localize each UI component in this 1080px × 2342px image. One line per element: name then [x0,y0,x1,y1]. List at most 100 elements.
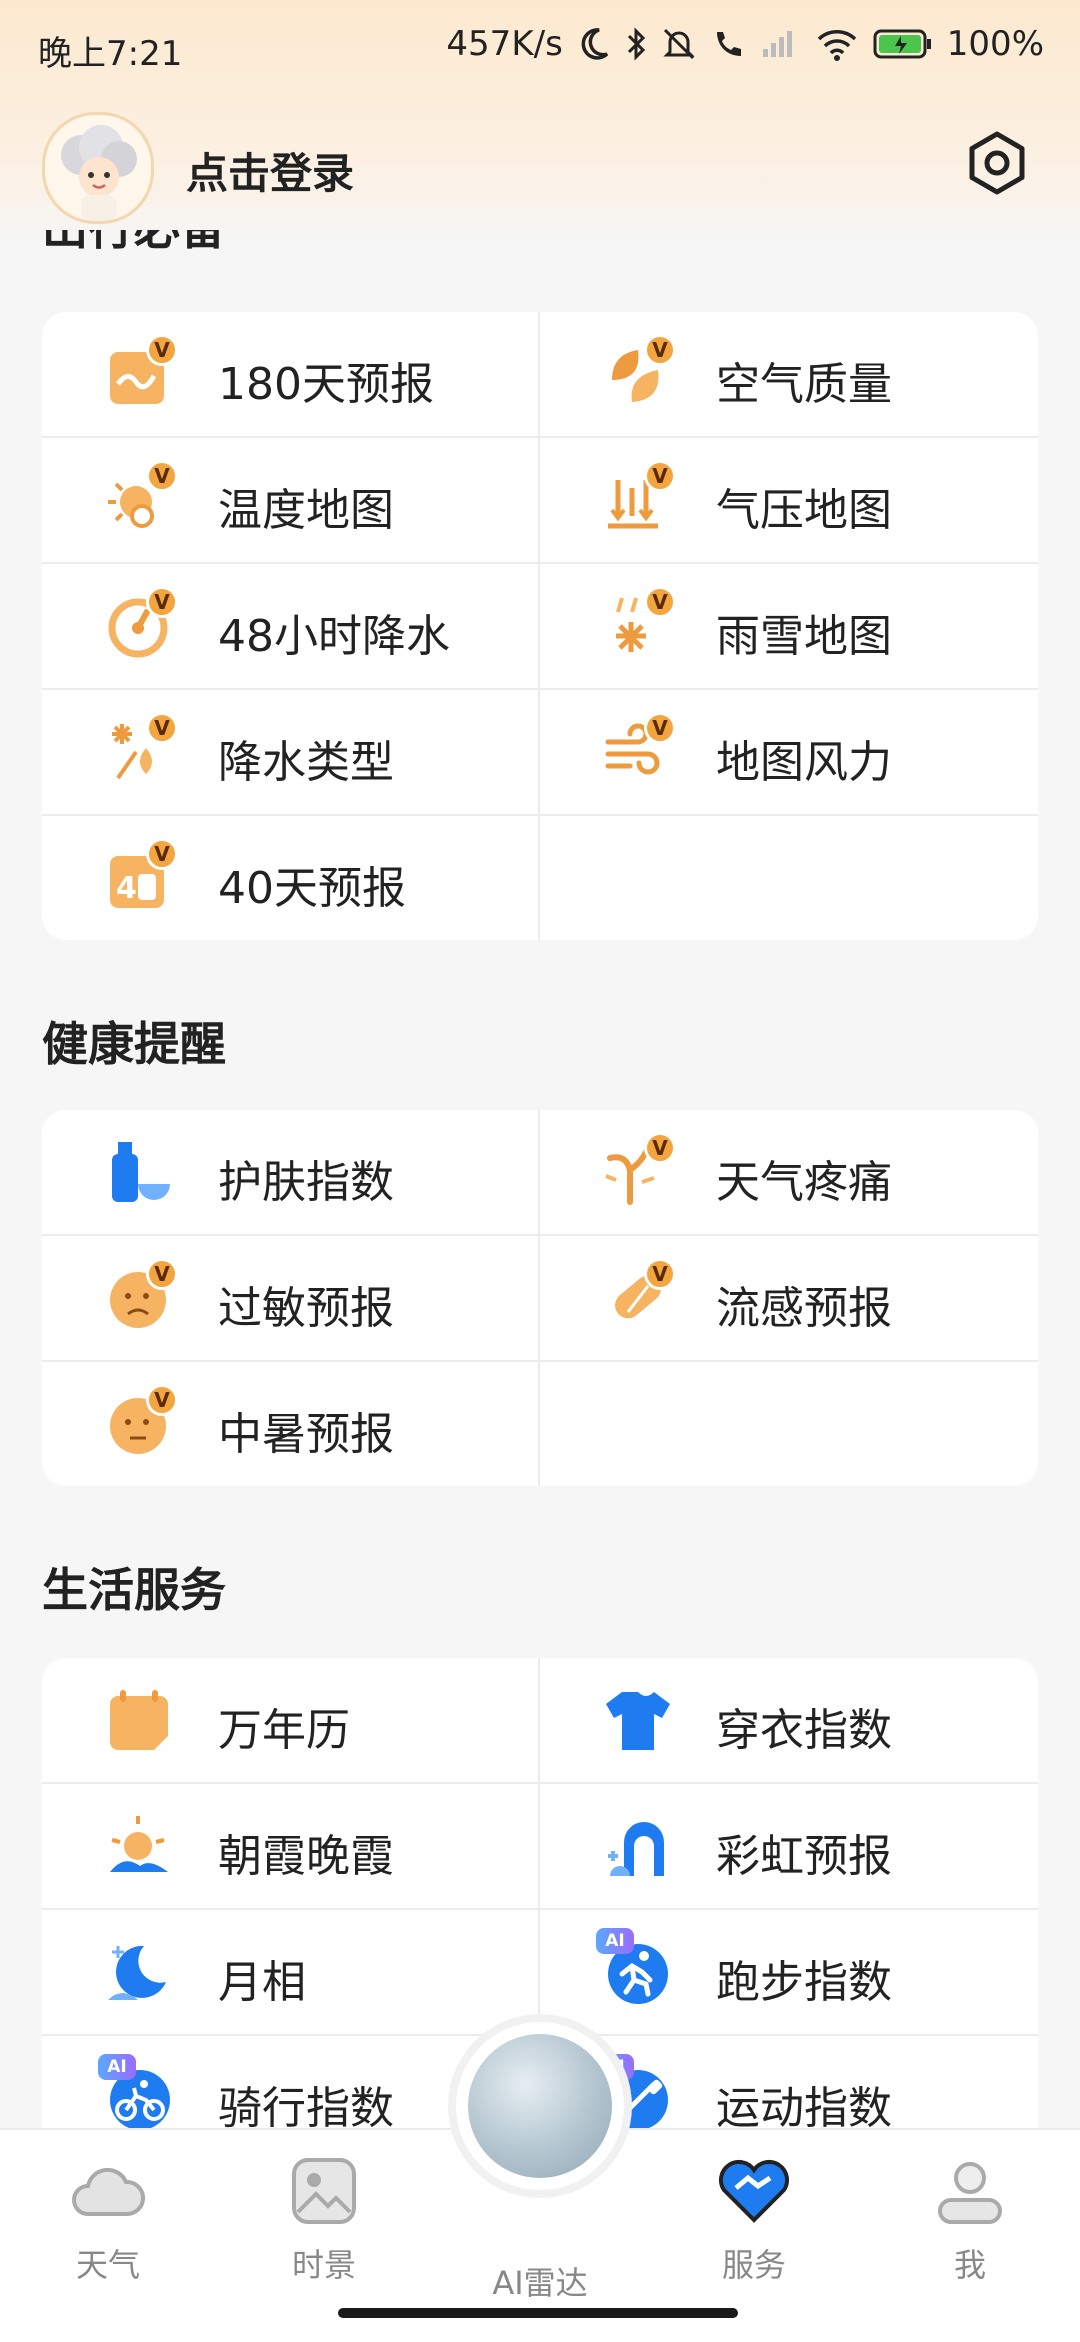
service-item-running[interactable]: AI 跑步指数 [540,1910,1038,2034]
svg-text:4: 4 [116,871,137,906]
service-item-calendar-40[interactable]: 4 V 40天预报 [42,816,540,940]
header: 点击登录 [0,100,1080,230]
service-item-heatstroke[interactable]: V 中暑预报 [42,1362,540,1486]
service-item-label: 彩虹预报 [716,1831,892,1882]
service-item-wind-map[interactable]: V 地图风力 [540,690,1038,814]
rainbow-icon [602,1812,672,1882]
service-item-sunrise[interactable]: 朝霞晚霞 [42,1784,540,1908]
ai-badge: AI [596,1928,634,1954]
vip-badge: V [644,586,676,618]
section-title-travel: 出行必备 [42,230,226,258]
service-item-moon[interactable]: 月相 [42,1910,540,2034]
vip-badge: V [146,460,178,492]
service-item-calendar-180[interactable]: V 180天预报 [42,312,540,436]
vip-badge: V [644,334,676,366]
nav-weather[interactable]: 天气 [48,2156,168,2286]
service-item-skincare[interactable]: 护肤指数 [42,1110,540,1234]
nav-label: 服务 [721,2246,786,2284]
moon-icon [104,1938,174,2008]
cloud-icon [72,2167,145,2216]
vip-badge: V [146,334,178,366]
heart-handshake-icon [718,2160,790,2223]
calendar-40-icon: 4V [104,838,178,914]
vip-badge: V [146,1258,178,1290]
service-row: 万年历 穿衣指数 [42,1658,1038,1784]
empty-cell [540,1362,1038,1486]
service-row: 护肤指数 V 天气疼痛 [42,1110,1038,1236]
nav-me[interactable]: 我 [910,2156,1030,2286]
nav-label: 天气 [75,2246,140,2284]
radar-globe-icon [468,2034,612,2178]
leaf-icon: V [602,334,676,410]
rain-48h-icon: V [104,586,178,662]
calendar-icon [104,1686,174,1756]
service-row: V 48小时降水 V 雨雪地图 [42,564,1038,690]
service-row: V 中暑预报 [42,1362,1038,1486]
service-row: 月相 AI 跑步指数 [42,1910,1038,2036]
service-item-label: 40天预报 [218,863,406,914]
avatar[interactable] [42,112,154,224]
vip-badge: V [146,586,178,618]
service-item-temperature-map[interactable]: V 温度地图 [42,438,540,562]
vip-badge: V [644,460,676,492]
service-item-rain-48h[interactable]: V 48小时降水 [42,564,540,688]
services-scroll[interactable]: 出行必备 V180天预报V空气质量V温度地图V气压地图V48小时降水V雨雪地图V… [0,230,1080,2130]
service-item-rain-snow-map[interactable]: V 雨雪地图 [540,564,1038,688]
sunrise-icon [104,1812,174,1882]
login-link[interactable]: 点击登录 [186,140,354,201]
flu-pill-icon: V [602,1258,676,1334]
service-row: 4 V 40天预报 [42,816,1038,940]
service-item-flu-pill[interactable]: V 流感预报 [540,1236,1038,1360]
ai-badge: AI [98,2054,136,2080]
service-row: V 过敏预报 V 流感预报 [42,1236,1038,1362]
service-item-label: 降水类型 [218,737,394,788]
battery-percent: 100% [946,24,1044,64]
service-item-label: 中暑预报 [218,1409,394,1460]
nav-label: AI雷达 [492,2264,588,2302]
service-item-label: 过敏预报 [218,1283,394,1334]
section-title-health: 健康提醒 [42,1017,226,1071]
person-icon [938,2162,1002,2224]
vip-badge: V [146,1384,178,1416]
nav-label: 时景 [291,2246,356,2284]
service-item-rainbow[interactable]: 彩虹预报 [540,1784,1038,1908]
cycling-icon: AI [98,2054,174,2130]
moon-status-icon [577,26,611,62]
nav-services[interactable]: 服务 [694,2156,814,2286]
joint-pain-icon: V [602,1132,676,1208]
allergy-icon: V [104,1258,178,1334]
section-title-life: 生活服务 [42,1563,226,1617]
service-item-label: 天气疼痛 [716,1157,892,1208]
service-item-precipitation-type[interactable]: V 降水类型 [42,690,540,814]
service-row: V 降水类型 V 地图风力 [42,690,1038,816]
service-item-tshirt[interactable]: 穿衣指数 [540,1658,1038,1782]
empty-cell [540,816,1038,940]
service-item-allergy[interactable]: V 过敏预报 [42,1236,540,1360]
service-item-pressure-map[interactable]: V 气压地图 [540,438,1038,562]
service-item-label: 护肤指数 [218,1157,394,1208]
image-icon [292,2158,356,2224]
ai-radar-button[interactable] [456,2022,624,2190]
service-row: 朝霞晚霞 彩虹预报 [42,1784,1038,1910]
status-time: 晚上7:21 [38,34,183,74]
service-item-label: 180天预报 [218,359,434,410]
service-row: V 180天预报 V 空气质量 [42,312,1038,438]
service-item-calendar[interactable]: 万年历 [42,1658,540,1782]
tshirt-icon [602,1686,672,1756]
service-item-label: 气压地图 [716,485,892,536]
service-item-label: 温度地图 [218,485,394,536]
nav-ai-radar[interactable]: AI雷达 [480,2248,600,2304]
service-item-label: 地图风力 [716,737,892,788]
settings-hexagon-icon[interactable] [964,130,1030,196]
status-bar: 晚上7:21 457K/s 100% [0,0,1080,92]
pressure-map-icon: V [602,460,676,536]
temperature-map-icon: V [104,460,178,536]
service-item-leaf[interactable]: V 空气质量 [540,312,1038,436]
service-item-label: 运动指数 [716,2083,892,2130]
service-item-joint-pain[interactable]: V 天气疼痛 [540,1110,1038,1234]
service-item-label: 月相 [218,1957,306,2008]
nav-scenery[interactable]: 时景 [264,2156,384,2286]
mute-bell-icon [661,26,697,62]
home-indicator[interactable] [338,2308,738,2318]
vip-badge: V [146,838,178,870]
